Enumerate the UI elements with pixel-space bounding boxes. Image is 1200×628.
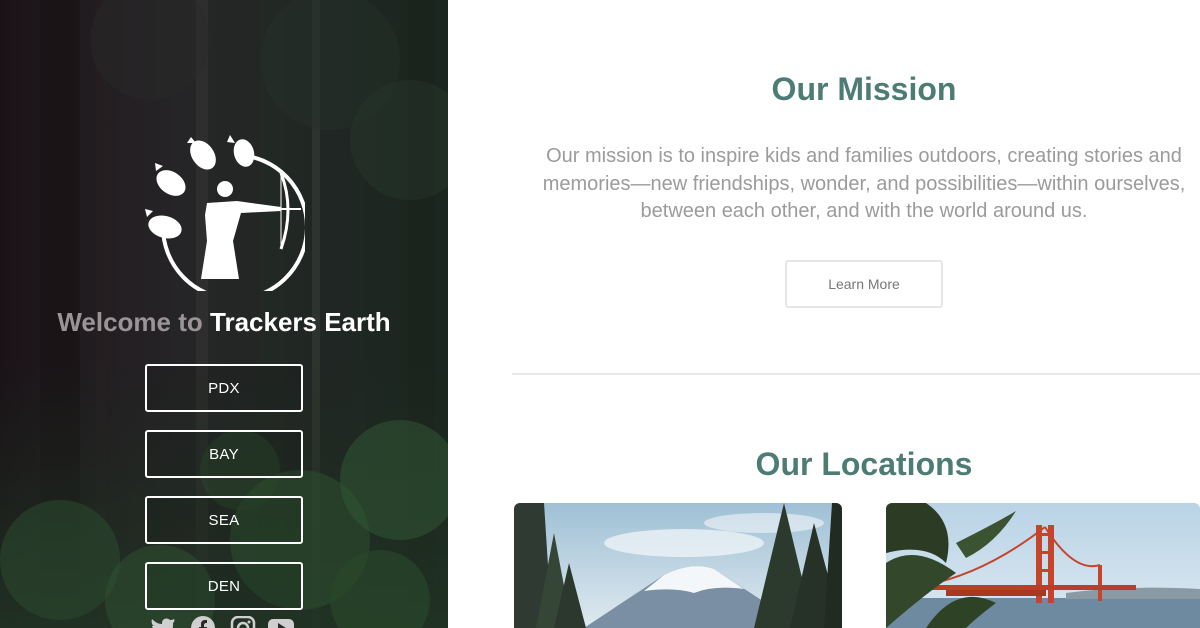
youtube-icon[interactable] xyxy=(268,616,294,628)
location-card-mountain-image[interactable] xyxy=(514,503,842,628)
social-links xyxy=(150,616,300,628)
brand-name: Trackers Earth xyxy=(210,307,391,337)
mission-text: Our mission is to inspire kids and famil… xyxy=(542,145,1186,222)
location-card-golden-gate-bridge-image[interactable] xyxy=(886,503,1200,628)
learn-more-button[interactable]: Learn More xyxy=(785,260,943,308)
location-button-sea[interactable]: SEA xyxy=(145,496,303,544)
mission-title: Our Mission xyxy=(771,71,957,107)
welcome-heading: Welcome to Trackers Earth xyxy=(0,304,448,340)
instagram-icon[interactable] xyxy=(230,616,256,628)
welcome-prefix: Welcome to xyxy=(57,307,203,337)
hero-panel: Welcome to Trackers Earth PDX BAY SEA DE… xyxy=(0,0,448,628)
twitter-icon[interactable] xyxy=(150,616,176,628)
facebook-icon[interactable] xyxy=(190,616,216,628)
section-divider xyxy=(512,373,1200,375)
location-button-bay[interactable]: BAY xyxy=(145,430,303,478)
location-button-pdx[interactable]: PDX xyxy=(145,364,303,412)
trackers-earth-logo xyxy=(141,131,305,291)
location-button-den[interactable]: DEN xyxy=(145,562,303,610)
locations-title: Our Locations xyxy=(755,446,973,482)
